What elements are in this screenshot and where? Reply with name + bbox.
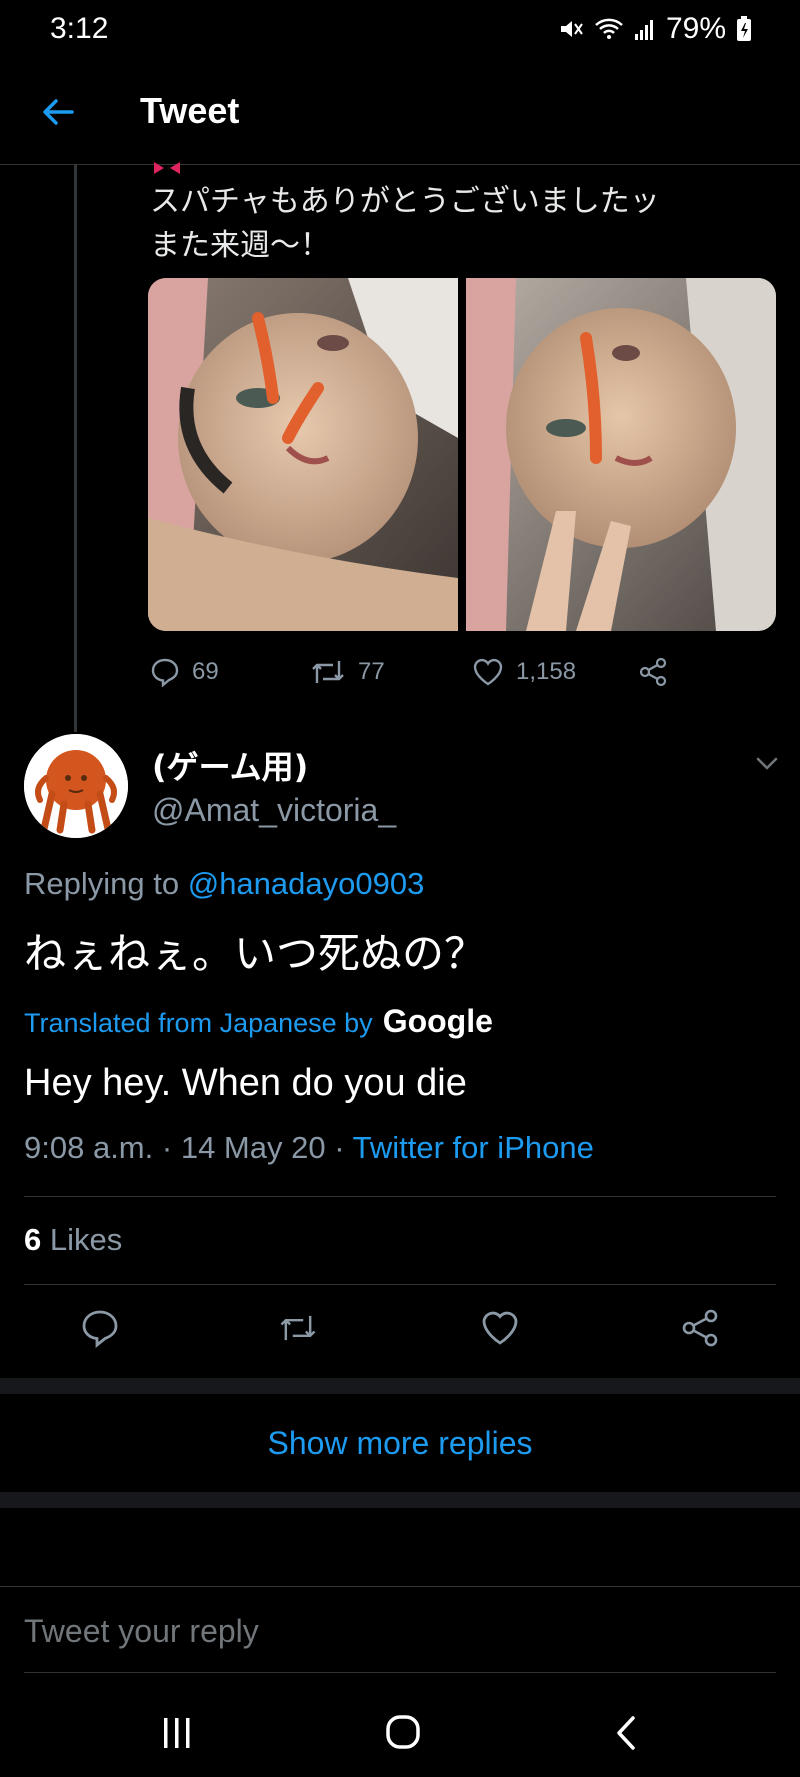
- mute-icon: [560, 21, 583, 37]
- heart-icon[interactable]: [480, 1308, 520, 1348]
- reply-input[interactable]: [24, 1601, 776, 1661]
- replying-to-line: Replying to @hanadayo0903: [24, 866, 424, 902]
- retweet-action[interactable]: 77: [310, 657, 385, 687]
- show-more-replies-button[interactable]: Show more replies: [0, 1394, 800, 1492]
- reply-text: ねぇねぇ。いつ死ぬの？: [24, 929, 487, 978]
- likes-summary[interactable]: 6 Likes: [24, 1222, 122, 1258]
- thread-line: [74, 164, 77, 732]
- display-name[interactable]: (ゲーム用): [152, 742, 308, 788]
- reply-icon: [151, 658, 179, 687]
- signal-icon: [634, 20, 653, 40]
- tweet-photo-1[interactable]: [148, 278, 458, 631]
- like-action[interactable]: 1,158: [472, 657, 576, 687]
- reply-tweet-actions: [0, 1308, 800, 1368]
- status-time: 3:12: [50, 12, 109, 45]
- translation-label: Translated from Japanese by Google: [24, 1003, 493, 1040]
- meta-separator: ·: [161, 1130, 173, 1165]
- reply-action[interactable]: 69: [150, 657, 219, 687]
- share-icon[interactable]: [680, 1308, 720, 1348]
- recents-icon[interactable]: [162, 1716, 192, 1750]
- heart-icon: [473, 658, 503, 686]
- section-separator: [0, 1378, 800, 1394]
- like-count: 1,158: [516, 658, 577, 685]
- translated-from-text[interactable]: Translated from Japanese by: [24, 1008, 373, 1039]
- parent-tweet-line-1: スパチャもありがとうございましたッ: [150, 184, 660, 219]
- meta-separator: ·: [334, 1130, 345, 1165]
- status-bar: 3:12 79%: [0, 0, 800, 60]
- wifi-icon: [595, 18, 623, 39]
- home-icon[interactable]: [386, 1714, 420, 1750]
- battery-percent: 79%: [665, 12, 726, 45]
- reply-icon[interactable]: [80, 1308, 120, 1348]
- replying-to-link[interactable]: @hanadayo0903: [188, 866, 425, 901]
- user-handle[interactable]: @Amat_victoria_: [152, 792, 396, 829]
- parent-tweet-text: スパチャもありがとうございましたッ また来週〜！: [150, 180, 770, 268]
- replying-prefix: Replying to: [24, 866, 180, 901]
- system-back-icon[interactable]: [614, 1714, 638, 1752]
- retweet-count: 77: [358, 658, 385, 685]
- retweet-icon: [312, 661, 344, 683]
- reply-composer: [0, 1586, 800, 1673]
- parent-tweet-line-2: また来週〜！: [150, 228, 330, 263]
- avatar[interactable]: [24, 734, 128, 838]
- chevron-down-icon[interactable]: [752, 748, 782, 778]
- divider: [24, 1196, 776, 1197]
- status-icons: 79%: [558, 12, 752, 46]
- retweet-icon[interactable]: [278, 1308, 318, 1348]
- tweet-date: 14 May 20: [180, 1130, 326, 1165]
- divider: [24, 1284, 776, 1285]
- emoji-icon: [154, 162, 180, 174]
- tweet-time: 9:08 a.m.: [24, 1130, 154, 1165]
- tweet-photo-2[interactable]: [466, 278, 776, 631]
- tweet-meta: 9:08 a.m. · 14 May 20 · Twitter for iPho…: [24, 1130, 594, 1166]
- reply-count: 69: [192, 658, 219, 685]
- parent-tweet-actions: 69 77 1,158: [150, 652, 770, 692]
- composer-underline: [24, 1672, 776, 1673]
- share-icon[interactable]: [638, 657, 668, 687]
- back-arrow-icon[interactable]: [38, 92, 78, 132]
- top-app-bar: Tweet: [0, 60, 800, 165]
- google-logo: Google: [382, 1003, 493, 1039]
- battery-icon: [737, 16, 751, 41]
- section-separator: [0, 1492, 800, 1508]
- likes-count: 6: [24, 1222, 42, 1257]
- system-nav-bar: [0, 1690, 800, 1777]
- translated-text: Hey hey. When do you die: [24, 1062, 467, 1104]
- tweet-client-link[interactable]: Twitter for iPhone: [353, 1130, 594, 1165]
- likes-label: Likes: [49, 1222, 123, 1257]
- page-title: Tweet: [140, 90, 240, 131]
